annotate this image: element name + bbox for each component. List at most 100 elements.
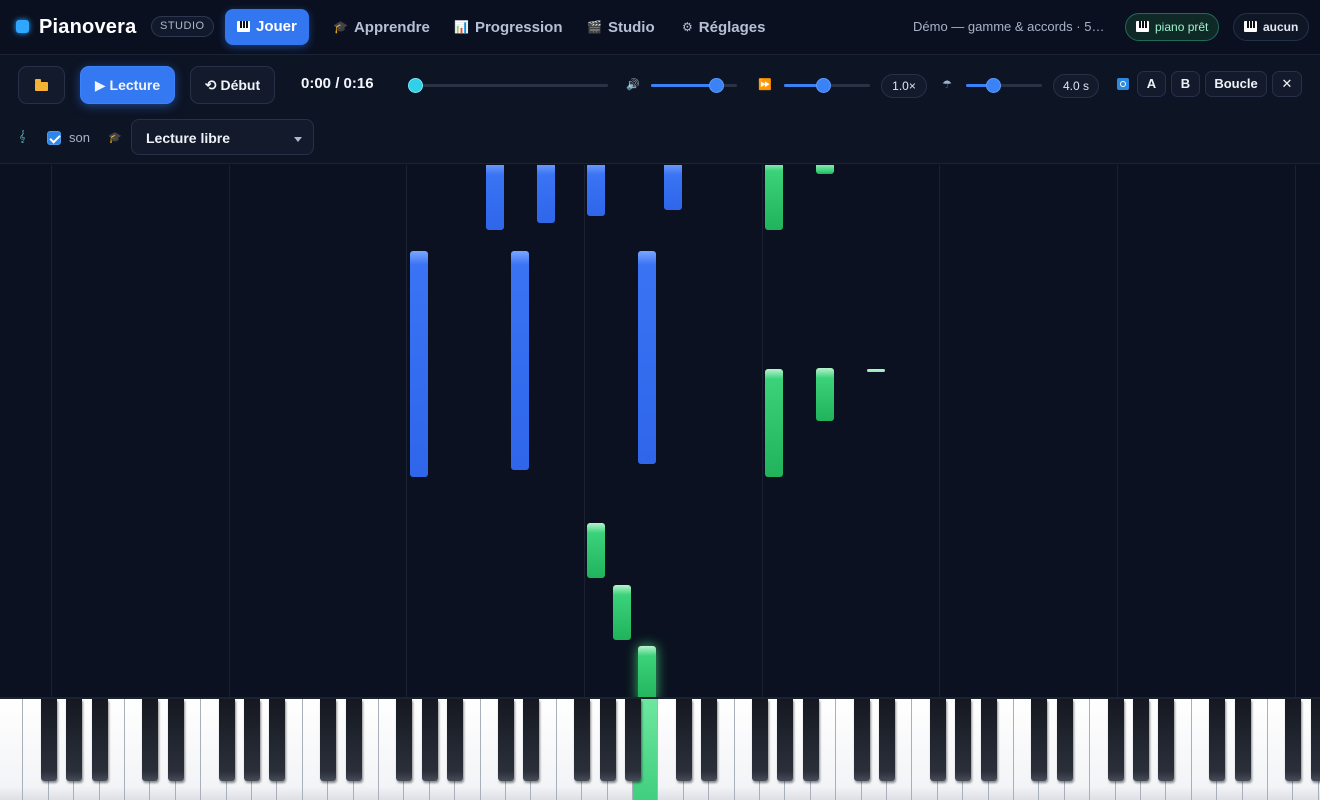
falling-note-active bbox=[638, 646, 656, 697]
graduation-cap-icon: 🎓 bbox=[108, 132, 122, 144]
black-key[interactable] bbox=[574, 699, 591, 781]
black-key[interactable] bbox=[1310, 699, 1320, 781]
falling-note bbox=[664, 165, 682, 210]
black-key[interactable] bbox=[66, 699, 83, 781]
falling-note bbox=[765, 369, 783, 477]
black-key[interactable] bbox=[625, 699, 641, 781]
loop-a-button[interactable]: A bbox=[1137, 71, 1166, 97]
nav-studio[interactable]: 🎬 Studio bbox=[575, 9, 667, 45]
time-display: 0:00 / 0:16 bbox=[301, 75, 374, 92]
repeat-icon bbox=[1117, 78, 1129, 90]
document-info: Démo — gamme & accords · 55 notes bbox=[913, 19, 1111, 34]
falling-note bbox=[765, 165, 783, 230]
bar-chart-icon: 📊 bbox=[454, 20, 469, 34]
piano-status-text: piano prêt bbox=[1155, 20, 1209, 34]
black-key[interactable] bbox=[142, 699, 159, 781]
top-bar: Pianovera STUDIO Jouer 🎓 Apprendre 📊 Progr… bbox=[0, 0, 1320, 55]
nav-apprendre[interactable]: 🎓 Apprendre bbox=[321, 9, 442, 45]
falling-note bbox=[511, 251, 529, 470]
black-key[interactable] bbox=[396, 699, 413, 781]
chevron-down-icon bbox=[294, 137, 302, 142]
black-key[interactable] bbox=[523, 699, 540, 781]
octave-line bbox=[1295, 165, 1296, 697]
loop-b-button[interactable]: B bbox=[1171, 71, 1200, 97]
midi-device-text: aucun bbox=[1263, 20, 1299, 34]
open-file-button[interactable] bbox=[18, 66, 65, 104]
octave-line bbox=[762, 165, 763, 697]
black-key[interactable] bbox=[498, 699, 514, 781]
falling-note bbox=[816, 368, 834, 421]
progress-slider[interactable] bbox=[408, 78, 608, 93]
app-name: Pianovera bbox=[39, 16, 137, 38]
lookahead-knob[interactable] bbox=[986, 78, 1001, 93]
speed-slider[interactable] bbox=[784, 78, 870, 93]
black-key[interactable] bbox=[980, 699, 997, 781]
piano-keyboard[interactable] bbox=[0, 697, 1320, 800]
studio-badge: STUDIO bbox=[151, 16, 214, 37]
black-key[interactable] bbox=[599, 699, 616, 781]
falling-note bbox=[816, 165, 834, 174]
black-key[interactable] bbox=[1031, 699, 1048, 781]
mode-select-value: Lecture libre bbox=[146, 130, 231, 146]
progress-knob[interactable] bbox=[408, 78, 423, 93]
falling-note bbox=[613, 585, 631, 640]
lookahead-value: 4.0 s bbox=[1053, 74, 1099, 98]
falling-note bbox=[486, 165, 504, 230]
lookahead-slider[interactable] bbox=[966, 78, 1042, 93]
black-key[interactable] bbox=[777, 699, 794, 781]
falling-note bbox=[537, 165, 555, 223]
black-key[interactable] bbox=[167, 699, 184, 781]
fast-forward-icon: ⏩ bbox=[758, 79, 772, 91]
volume-icon: 🔊 bbox=[626, 79, 640, 91]
black-key[interactable] bbox=[853, 699, 870, 781]
octave-line bbox=[229, 165, 230, 697]
nav-progression[interactable]: 📊 Progression bbox=[442, 9, 574, 45]
black-key[interactable] bbox=[1234, 699, 1251, 781]
clear-loop-button[interactable]: ✕ bbox=[1272, 71, 1302, 97]
black-key[interactable] bbox=[269, 699, 286, 781]
nav-reglages-label: Réglages bbox=[698, 19, 766, 36]
black-key[interactable] bbox=[1107, 699, 1124, 781]
metronome-icon: 𝄞 bbox=[19, 131, 26, 143]
black-key[interactable] bbox=[1285, 699, 1302, 781]
sound-label: son bbox=[69, 130, 90, 145]
black-key[interactable] bbox=[40, 699, 57, 781]
black-key[interactable] bbox=[1056, 699, 1073, 781]
black-key[interactable] bbox=[701, 699, 718, 781]
volume-knob[interactable] bbox=[709, 78, 724, 93]
black-key[interactable] bbox=[879, 699, 895, 781]
black-key[interactable] bbox=[218, 699, 235, 781]
black-key[interactable] bbox=[1133, 699, 1149, 781]
midi-device-button[interactable]: aucun bbox=[1233, 13, 1310, 41]
loop-button[interactable]: Boucle bbox=[1205, 71, 1267, 97]
nav-jouer-label: Jouer bbox=[256, 18, 297, 35]
black-key[interactable] bbox=[1158, 699, 1175, 781]
speed-value: 1.0× bbox=[881, 74, 927, 98]
sound-checkbox[interactable] bbox=[47, 131, 61, 145]
black-key[interactable] bbox=[752, 699, 768, 781]
white-key[interactable] bbox=[0, 699, 24, 800]
logo-icon bbox=[16, 20, 29, 33]
nav-jouer[interactable]: Jouer bbox=[225, 9, 309, 45]
black-key[interactable] bbox=[91, 699, 108, 781]
piano-icon bbox=[237, 21, 250, 32]
black-key[interactable] bbox=[675, 699, 692, 781]
black-key[interactable] bbox=[421, 699, 438, 781]
piano-icon bbox=[1136, 21, 1149, 32]
clapperboard-icon: 🎬 bbox=[587, 20, 602, 34]
mode-select[interactable]: Lecture libre bbox=[131, 119, 314, 155]
black-key[interactable] bbox=[320, 699, 337, 781]
volume-slider[interactable] bbox=[651, 78, 737, 93]
black-key[interactable] bbox=[1209, 699, 1226, 781]
black-key[interactable] bbox=[955, 699, 972, 781]
play-button[interactable]: ▶ Lecture bbox=[80, 66, 175, 104]
nav-reglages[interactable]: ⚙ Réglages bbox=[670, 9, 777, 45]
speed-knob[interactable] bbox=[816, 78, 831, 93]
black-key[interactable] bbox=[802, 699, 819, 781]
black-key[interactable] bbox=[345, 699, 362, 781]
black-key[interactable] bbox=[929, 699, 946, 781]
playback-controls: ▶ Lecture ⟲ Début 0:00 / 0:16 🔊 ⏩ 1.0× ☂… bbox=[0, 55, 1320, 164]
restart-button[interactable]: ⟲ Début bbox=[190, 66, 275, 104]
black-key[interactable] bbox=[244, 699, 260, 781]
black-key[interactable] bbox=[447, 699, 464, 781]
